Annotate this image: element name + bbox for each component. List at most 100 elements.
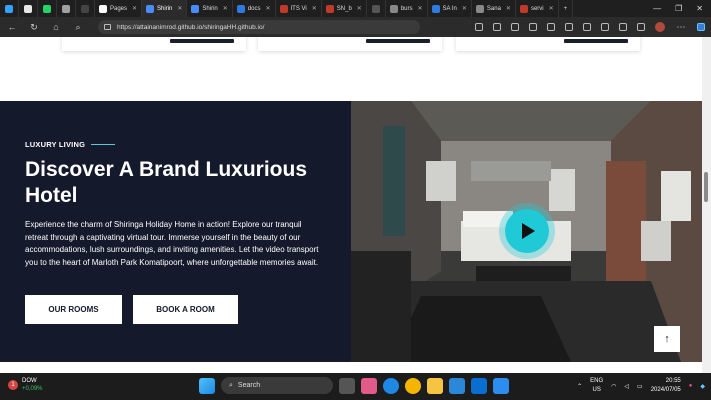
browser-tab[interactable] <box>76 0 95 17</box>
tab-close-icon[interactable]: ✕ <box>177 5 182 12</box>
tab-label: SA In <box>442 5 457 12</box>
browser-tab[interactable]: ITS Vi ✕ <box>276 0 322 17</box>
browser-tab[interactable]: Pages ✕ <box>95 0 143 17</box>
browser-tab[interactable] <box>57 0 76 17</box>
refresh-icon[interactable]: ↻ <box>28 22 40 33</box>
tab-favicon-icon <box>236 4 245 13</box>
extensions-icon[interactable] <box>511 23 519 31</box>
tab-label: burs <box>400 5 413 12</box>
language-indicator[interactable]: ENG US <box>590 377 603 395</box>
tab-close-icon[interactable]: ✕ <box>223 5 228 12</box>
tab-close-icon[interactable]: ✕ <box>462 5 467 12</box>
book-room-button[interactable]: BOOK A ROOM <box>133 295 238 324</box>
collections-icon[interactable] <box>565 23 573 31</box>
clock[interactable]: 20:55 2024/07/05 <box>651 377 681 395</box>
play-video-button[interactable] <box>499 203 555 259</box>
browser-tab[interactable] <box>0 0 19 17</box>
chevron-up-icon[interactable]: ⌃ <box>577 383 582 390</box>
card-button[interactable] <box>564 39 628 43</box>
browser-tab[interactable]: SA In ✕ <box>428 0 472 17</box>
battery-icon[interactable]: ▭ <box>637 383 643 390</box>
notifications-icon[interactable]: ● <box>689 383 693 389</box>
tab-favicon-icon <box>146 4 155 13</box>
chrome-icon[interactable] <box>405 377 421 394</box>
close-icon[interactable]: ✕ <box>696 4 703 13</box>
browser-tab[interactable]: burs ✕ <box>386 0 428 17</box>
browser-tab[interactable]: SN_b ✕ <box>322 0 367 17</box>
back-to-top-button[interactable]: ↑ <box>654 326 680 352</box>
profile-avatar[interactable] <box>655 22 665 32</box>
page-scrollbar[interactable] <box>702 37 711 373</box>
new-tab-icon[interactable]: + <box>559 0 574 17</box>
browser-tab[interactable]: Shirin ✕ <box>142 0 188 17</box>
tab-label: Shirin <box>157 5 173 12</box>
tab-favicon-icon <box>389 4 398 13</box>
back-icon[interactable]: ← <box>6 22 18 32</box>
screenshot-icon[interactable] <box>619 23 627 31</box>
browser-tab[interactable] <box>367 0 386 17</box>
browser-tab[interactable]: servi ✕ <box>516 0 559 17</box>
taskbar-search[interactable]: ⌕ Search <box>221 377 333 394</box>
file-explorer-icon[interactable] <box>427 377 443 394</box>
clock-date: 2024/07/05 <box>650 387 681 393</box>
tab-close-icon[interactable]: ✕ <box>418 5 423 12</box>
read-aloud-icon[interactable] <box>475 23 483 31</box>
copilot-tray-icon[interactable]: ◆ <box>700 383 705 390</box>
card-button[interactable] <box>366 39 430 43</box>
room-card <box>62 37 246 51</box>
favorites-icon[interactable] <box>547 23 555 31</box>
tab-label: Pages <box>110 5 128 12</box>
task-view-icon[interactable] <box>339 377 355 394</box>
our-rooms-button[interactable]: OUR ROOMS <box>25 295 122 324</box>
tab-label: Sana <box>486 5 501 12</box>
tab-close-icon[interactable]: ✕ <box>549 5 554 12</box>
edge-icon[interactable] <box>383 377 399 394</box>
browser-tab[interactable]: Sana ✕ <box>472 0 516 17</box>
split-screen-icon[interactable] <box>529 23 537 31</box>
system-tray: ⌃ ENG US ◠ ◁ ▭ 20:55 2024/07/05 ● ◆ <box>577 377 705 395</box>
search-icon: ⌕ <box>229 381 233 389</box>
performance-icon[interactable] <box>601 23 609 31</box>
tab-favicon-icon <box>191 4 200 13</box>
home-icon[interactable]: ⌂ <box>50 22 62 32</box>
tab-favicon-icon <box>431 4 440 13</box>
region-code: US <box>592 387 601 393</box>
tab-favicon-icon <box>43 4 51 13</box>
history-icon[interactable] <box>583 23 591 31</box>
stock-widget[interactable]: 1 DOW +0,09% <box>8 377 43 393</box>
onedrive-icon[interactable] <box>449 377 465 394</box>
volume-icon[interactable]: ◁ <box>624 383 629 390</box>
tab-close-icon[interactable]: ✕ <box>357 5 362 12</box>
favorite-star-icon[interactable] <box>493 23 501 31</box>
card-button[interactable] <box>170 39 234 43</box>
tab-favicon-icon <box>99 4 107 13</box>
tab-favicon-icon <box>325 4 334 13</box>
tab-close-icon[interactable]: ✕ <box>265 5 270 12</box>
browser-tab-strip: Pages ✕ Shirin ✕ Shirin ✕ docs ✕ ITS Vi ✕ SN_b ✕ bur… <box>0 0 711 17</box>
tab-close-icon[interactable]: ✕ <box>506 5 511 12</box>
browser-tab[interactable] <box>38 0 57 17</box>
more-menu-icon[interactable]: ⋯ <box>675 22 687 33</box>
tab-close-icon[interactable]: ✕ <box>312 5 317 12</box>
copilot-app-icon[interactable] <box>361 377 377 394</box>
browser-tab[interactable]: docs ✕ <box>233 0 276 17</box>
scrollbar-thumb[interactable] <box>704 172 708 202</box>
maximize-icon[interactable]: ❐ <box>675 4 682 13</box>
outlook-icon[interactable] <box>471 377 487 394</box>
browser-tab[interactable] <box>19 0 38 17</box>
clock-time: 20:55 <box>665 378 681 384</box>
start-icon[interactable] <box>199 377 215 394</box>
windows-taskbar: 1 DOW +0,09% ⌕ Search ⌃ ENG US ◠ ◁ ▭ 20:… <box>0 373 711 400</box>
search-icon[interactable]: ⌕ <box>72 22 84 33</box>
browser-tab[interactable]: Shirin ✕ <box>187 0 233 17</box>
share-icon[interactable] <box>637 23 645 31</box>
minimize-icon[interactable]: — <box>653 4 661 13</box>
video-hero-section: LUXURY LIVING Discover A Brand Luxurious… <box>0 101 702 362</box>
wifi-icon[interactable]: ◠ <box>611 383 616 390</box>
window-controls: — ❐ ✕ <box>653 4 711 13</box>
copilot-icon[interactable] <box>697 23 705 31</box>
tab-close-icon[interactable]: ✕ <box>132 5 137 12</box>
tab-label: servi <box>530 5 544 12</box>
vscode-icon[interactable] <box>493 377 509 394</box>
address-bar[interactable]: https://attainanimrod.github.io/shiringa… <box>98 20 420 34</box>
